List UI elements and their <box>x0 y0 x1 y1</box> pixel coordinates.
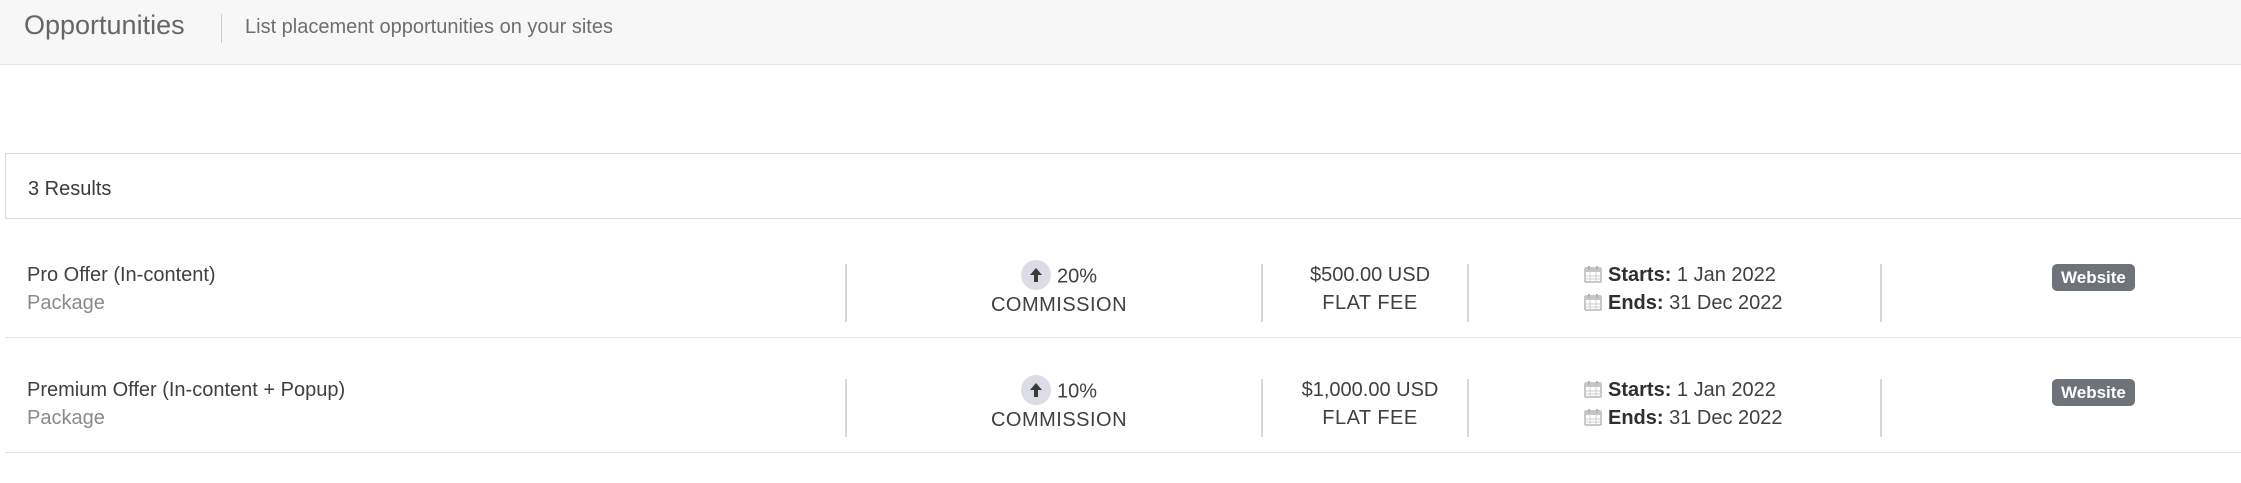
commission-cell: 10% COMMISSION <box>851 339 1267 452</box>
starts-label: Starts: <box>1608 264 1672 286</box>
arrow-up-icon <box>1020 260 1051 290</box>
offer-name[interactable]: Pro Offer (In-content) <box>27 264 216 287</box>
opportunity-row[interactable]: Pro Offer (In-content) Package 20% COMMI… <box>5 224 2241 338</box>
fee-cell: $1,000.00 USD FLAT FEE <box>1269 339 1471 452</box>
commission-cell: 20% COMMISSION <box>851 224 1267 337</box>
offer-type: Package <box>27 292 105 314</box>
type-badge: Website <box>2052 379 2135 406</box>
commission-label: COMMISSION <box>990 409 1128 431</box>
starts-date: 1 Jan 2022 <box>1676 264 1776 286</box>
ends-label: Ends: <box>1608 407 1664 429</box>
commission-percent: 20% <box>1056 265 1098 288</box>
commission-label: COMMISSION <box>990 294 1128 316</box>
fee-cell: $500.00 USD FLAT FEE <box>1269 224 1471 337</box>
type-badge: Website <box>2052 264 2135 291</box>
commission-percent: 10% <box>1056 380 1098 403</box>
title-divider <box>221 14 222 43</box>
results-header: 3 Results <box>5 153 2241 219</box>
fee-amount: $1,000.00 USD <box>1301 379 1439 401</box>
calendar-icon <box>1584 408 1602 426</box>
fee-amount: $500.00 USD <box>1309 264 1431 286</box>
fee-label: FLAT FEE <box>1322 292 1418 314</box>
offer-type: Package <box>27 407 105 429</box>
calendar-icon <box>1584 380 1602 398</box>
offer-name[interactable]: Premium Offer (In-content + Popup) <box>27 379 345 402</box>
page-subtitle: List placement opportunities on your sit… <box>245 16 613 38</box>
fee-label: FLAT FEE <box>1322 407 1418 429</box>
end-date-line: Ends: 31 Dec 2022 <box>1584 407 1783 430</box>
starts-date: 1 Jan 2022 <box>1676 379 1776 401</box>
results-count: 3 Results <box>28 178 112 200</box>
column-divider <box>1261 264 1263 322</box>
start-date-line: Starts: 1 Jan 2022 <box>1584 379 1776 402</box>
column-divider <box>845 264 847 322</box>
calendar-icon <box>1584 265 1602 283</box>
start-date-line: Starts: 1 Jan 2022 <box>1584 264 1776 287</box>
end-date-line: Ends: 31 Dec 2022 <box>1584 292 1783 315</box>
column-divider <box>1880 379 1882 437</box>
ends-label: Ends: <box>1608 292 1664 314</box>
starts-label: Starts: <box>1608 379 1672 401</box>
page-title: Opportunities <box>24 10 185 40</box>
column-divider <box>1880 264 1882 322</box>
column-divider <box>1261 379 1263 437</box>
column-divider <box>1467 264 1469 322</box>
column-divider <box>845 379 847 437</box>
opportunity-row[interactable]: Premium Offer (In-content + Popup) Packa… <box>5 339 2241 453</box>
calendar-icon <box>1584 293 1602 311</box>
ends-date: 31 Dec 2022 <box>1669 407 1783 429</box>
column-divider <box>1467 379 1469 437</box>
arrow-up-icon <box>1020 375 1051 405</box>
ends-date: 31 Dec 2022 <box>1669 292 1783 314</box>
page-header: Opportunities List placement opportuniti… <box>0 0 2241 65</box>
